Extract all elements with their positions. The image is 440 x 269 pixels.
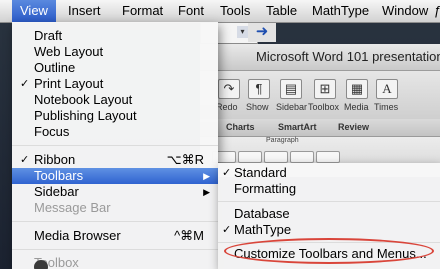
pilcrow-icon[interactable]: ¶: [248, 79, 270, 99]
menu-item-label: Publishing Layout: [34, 108, 137, 123]
menu-item-web-layout[interactable]: Web Layout: [12, 44, 218, 60]
submenu-item-label: MathType: [234, 222, 292, 237]
outdent-icon[interactable]: [264, 151, 288, 163]
menu-separator: [12, 249, 218, 250]
redo-icon[interactable]: ↷: [218, 79, 240, 99]
menu-item-focus[interactable]: Focus: [12, 124, 218, 140]
menu-item-label: Toolbars: [34, 168, 84, 183]
screenshot-frame: ▾ ➜ Microsoft Word 101 presentation.d ↷ …: [0, 0, 440, 269]
checkmark-icon: ✓: [20, 154, 30, 166]
menu-font[interactable]: Font: [170, 0, 212, 22]
sidebar-icon[interactable]: ▤: [280, 79, 302, 99]
columns-icon[interactable]: [316, 151, 340, 163]
menu-separator: [12, 145, 218, 146]
view-menu: Draft Web Layout Outline ✓ Print Layout …: [12, 22, 218, 269]
menu-item-label: Print Layout: [34, 76, 104, 91]
menu-mathtype[interactable]: MathType: [304, 0, 377, 22]
menu-item-label: Notebook Layout: [34, 92, 133, 107]
menu-item-draft[interactable]: Draft: [12, 28, 218, 44]
toolbar-label-toolbox: Toolbox: [308, 102, 340, 112]
submenu-item-mathtype[interactable]: ✓ MathType: [218, 222, 440, 238]
submenu-arrow-icon: ▶: [203, 171, 210, 181]
numbered-list-icon[interactable]: [238, 151, 262, 163]
menu-format[interactable]: Format: [114, 0, 171, 22]
tab-smartart[interactable]: SmartArt: [278, 122, 317, 132]
checkmark-icon: ✓: [20, 78, 30, 90]
menu-view[interactable]: View: [12, 0, 56, 22]
ribbon-group-paragraph: Paragraph: [266, 137, 299, 144]
submenu-item-formatting[interactable]: Formatting: [218, 181, 440, 197]
chevron-down-icon[interactable]: ▾: [237, 26, 248, 38]
menu-tools[interactable]: Tools: [212, 0, 258, 22]
menu-item-label: Ribbon: [34, 152, 76, 167]
toolbox-partial-icon: [34, 260, 48, 269]
tab-review[interactable]: Review: [338, 122, 369, 132]
menu-script[interactable]: ƒ: [426, 0, 440, 22]
menu-item-media-browser[interactable]: Media Browser ^⌘M: [12, 228, 218, 244]
menu-item-label: Draft: [34, 28, 63, 43]
menu-item-message-bar: Message Bar: [12, 200, 218, 216]
tab-charts[interactable]: Charts: [226, 122, 255, 132]
submenu-item-standard[interactable]: ✓ Standard: [218, 165, 440, 181]
menu-item-label: Message Bar: [34, 200, 111, 215]
menu-item-sidebar[interactable]: Sidebar ▶: [12, 184, 218, 200]
ribbon-tabs: Charts SmartArt Review: [200, 119, 440, 137]
window-title-bar: Microsoft Word 101 presentation.d: [200, 44, 440, 71]
menu-item-notebook-layout[interactable]: Notebook Layout: [12, 92, 218, 108]
menu-separator: [12, 221, 218, 222]
window-title: Microsoft Word 101 presentation.d: [256, 49, 440, 64]
toolbar-label-redo: Redo: [216, 102, 238, 112]
toolbar-label-show: Show: [246, 102, 269, 112]
submenu-item-label: Standard: [234, 165, 287, 180]
checkmark-icon: ✓: [222, 224, 232, 236]
toolbar-label-sidebar: Sidebar: [276, 102, 308, 112]
menu-bar: View Insert Format Font Tools Table Math…: [0, 0, 440, 23]
menu-table[interactable]: Table: [258, 0, 305, 22]
menu-item-print-layout[interactable]: ✓ Print Layout: [12, 76, 218, 92]
submenu-arrow-icon: ▶: [203, 187, 210, 197]
menu-item-publishing-layout[interactable]: Publishing Layout: [12, 108, 218, 124]
toolbox-icon[interactable]: ⊞: [314, 79, 336, 99]
menu-shortcut: ^⌘M: [174, 228, 204, 243]
annotation-oval: [224, 238, 434, 264]
submenu-item-label: Database: [234, 206, 290, 221]
checkmark-icon: ✓: [222, 167, 232, 179]
menu-shortcut: ⌥⌘R: [166, 152, 204, 167]
arrow-right-icon[interactable]: ➜: [248, 22, 276, 42]
menu-item-ribbon[interactable]: ✓ Ribbon ⌥⌘R: [12, 152, 218, 168]
menu-item-label: Focus: [34, 124, 70, 139]
menu-separator: [218, 201, 440, 202]
media-icon[interactable]: ▦: [346, 79, 368, 99]
toolbar-label-media: Media: [344, 102, 369, 112]
standard-toolbar: ↷ ¶ ▤ ⊞ ▦ A Redo Show Sidebar Toolbox Me…: [200, 71, 440, 120]
font-icon[interactable]: A: [376, 79, 398, 99]
menu-item-label: Outline: [34, 60, 76, 75]
menu-item-label: Sidebar: [34, 184, 79, 199]
menu-item-outline[interactable]: Outline: [12, 60, 218, 76]
submenu-item-database[interactable]: Database: [218, 206, 440, 222]
menu-item-label: Web Layout: [34, 44, 104, 59]
menu-item-label: Media Browser: [34, 228, 121, 243]
indent-icon[interactable]: [290, 151, 314, 163]
menu-item-toolbars[interactable]: Toolbars ▶: [12, 168, 218, 184]
toolbar-label-times: Times: [374, 102, 399, 112]
submenu-item-label: Formatting: [234, 181, 297, 196]
menu-insert[interactable]: Insert: [60, 0, 109, 22]
